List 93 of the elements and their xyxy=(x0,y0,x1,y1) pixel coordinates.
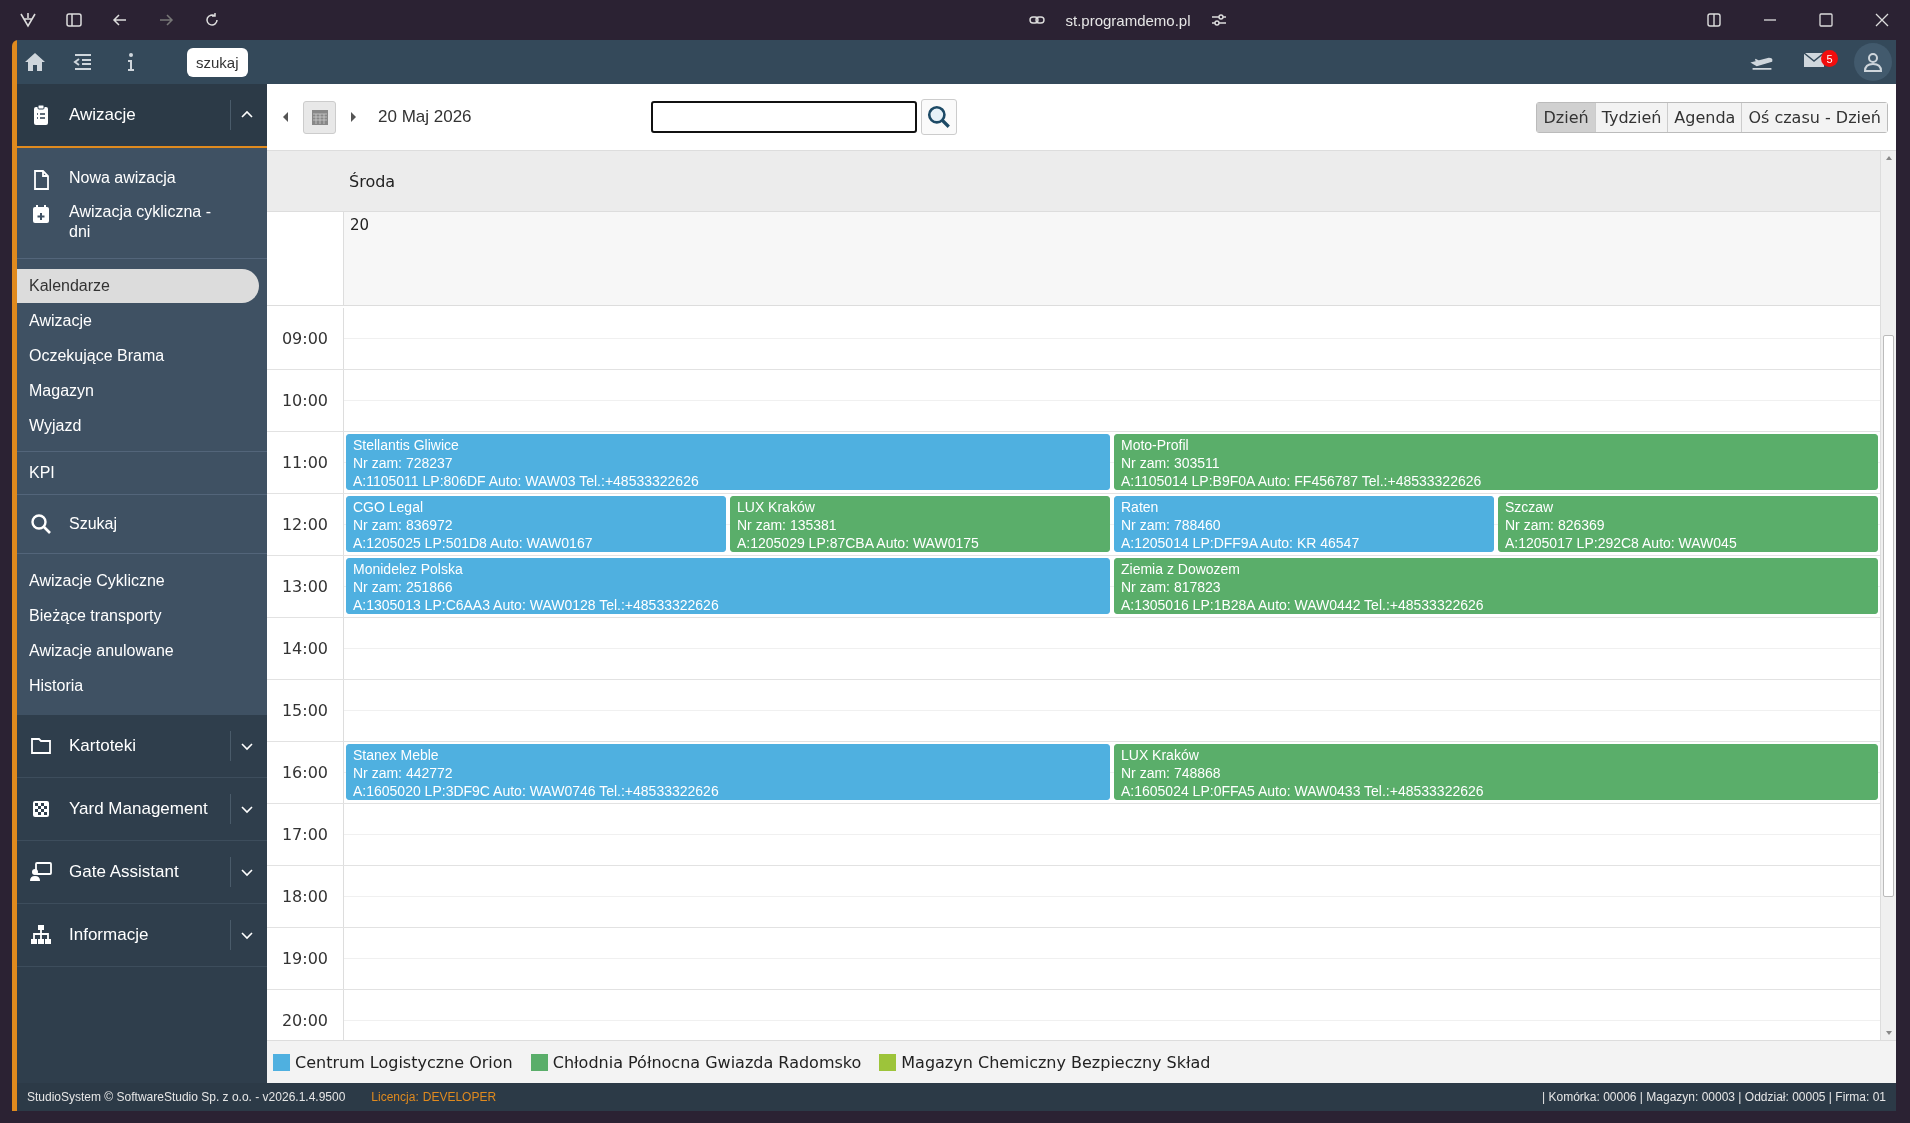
event-title: CGO Legal xyxy=(353,498,425,516)
time-label: 15:00 xyxy=(281,701,329,720)
event-details: A:1205014 LP:DFF9A Auto: KR 46547 xyxy=(1121,534,1361,552)
menu-item[interactable]: Historia xyxy=(17,669,259,703)
event-order: Nr zam: 303511 xyxy=(1121,454,1221,472)
context-info: | Komórka: 00006 | Magazyn: 00003 | Oddział: 00005 | Firma: 01 xyxy=(1542,1090,1886,1104)
time-label: 09:00 xyxy=(281,329,329,348)
event-details: A:1205025 LP:501D8 Auto: WAW0167 xyxy=(353,534,594,552)
menu-item[interactable]: Magazyn xyxy=(17,374,259,408)
event-order: Nr zam: 251866 xyxy=(353,578,454,596)
menu-item[interactable]: Oczekujące Brama xyxy=(17,339,259,373)
event-details: A:1105011 LP:806DF Auto: WAW03 Tel.:+48533322626 xyxy=(353,472,700,490)
time-label: 20:00 xyxy=(281,1011,329,1030)
menu-item[interactable]: Awizacje anulowane xyxy=(17,634,259,668)
time-label: 10:00 xyxy=(281,391,329,410)
event-title: Raten xyxy=(1121,498,1160,516)
search-field[interactable] xyxy=(651,101,917,133)
event-order: Nr zam: 826369 xyxy=(1505,516,1606,534)
search-icon xyxy=(926,104,952,130)
scrollbar[interactable] xyxy=(1880,151,1896,1040)
address-bar[interactable]: st.programdemo.pl xyxy=(1065,11,1191,29)
calendar-icon xyxy=(309,107,330,127)
menu-item[interactable]: Szukaj xyxy=(69,514,219,534)
event-title: Moto-Profil xyxy=(1121,436,1190,454)
browser-logo-icon[interactable] xyxy=(18,10,38,30)
split-view-icon[interactable] xyxy=(1704,10,1724,30)
event-order: Nr zam: 748868 xyxy=(1121,764,1222,782)
view-tab[interactable]: Tydzień xyxy=(1594,102,1668,132)
time-label: 12:00 xyxy=(281,515,329,534)
menu-item[interactable]: KPI xyxy=(17,457,67,488)
event-order: Nr zam: 836972 xyxy=(353,516,454,534)
event-title: Szczaw xyxy=(1505,498,1555,516)
day-header: Środa xyxy=(349,171,396,191)
license-value: DEVELOPER xyxy=(422,1090,497,1104)
event-title: Monidelez Polska xyxy=(353,560,464,578)
time-label: 17:00 xyxy=(281,825,329,844)
menu-item[interactable]: Nowa awizacja xyxy=(69,168,219,188)
legend-label: Magazyn Chemiczny Bezpieczny Skład xyxy=(901,1052,1211,1072)
event-order: Nr zam: 788460 xyxy=(1121,516,1222,534)
search-icon xyxy=(29,512,53,536)
time-label: 11:00 xyxy=(281,453,329,472)
event-order: Nr zam: 728237 xyxy=(353,454,454,472)
user-icon xyxy=(1861,50,1885,74)
maximize-icon[interactable] xyxy=(1816,10,1836,30)
search-button[interactable] xyxy=(921,99,957,135)
event-details: A:1305013 LP:C6AA3 Auto: WAW0128 Tel.:+48533322626 xyxy=(353,596,720,614)
event-title: LUX Kraków xyxy=(1121,746,1200,764)
hierarchy-icon xyxy=(29,923,53,947)
user-button[interactable] xyxy=(1854,43,1892,81)
menu-item[interactable]: Wyjazd xyxy=(17,409,259,443)
event-details: A:1105014 LP:B9F0A Auto: FF456787 Tel.:+48533322626 xyxy=(1121,472,1483,490)
tooltip: szukaj xyxy=(187,47,248,77)
menu-item[interactable]: Gate Assistant xyxy=(69,862,230,882)
event-order: Nr zam: 442772 xyxy=(353,764,454,782)
sidebar-toggle-icon[interactable] xyxy=(64,10,84,30)
calendar-button[interactable] xyxy=(303,100,336,134)
copyright-text: StudioSystem © SoftwareStudio Sp. z o.o. - v2026.1.4.9500 xyxy=(27,1090,346,1104)
notification-badge: 5 xyxy=(1821,50,1838,67)
legend-label: Chłodnia Północna Gwiazda Radomsko xyxy=(552,1052,862,1072)
time-label: 16:00 xyxy=(281,763,329,782)
event-order: Nr zam: 817823 xyxy=(1121,578,1222,596)
time-label: 18:00 xyxy=(281,887,329,906)
event-title: Ziemia z Dowozem xyxy=(1121,560,1242,578)
view-tab[interactable]: Dzień xyxy=(1537,102,1595,132)
menu-item[interactable]: Bieżące transporty xyxy=(17,599,259,633)
next-icon[interactable] xyxy=(348,109,358,125)
event-details: A:1205017 LP:292C8 Auto: WAW045 xyxy=(1505,534,1738,552)
menu-item[interactable]: Awizacje Cykliczne xyxy=(17,564,259,598)
person-screen-icon xyxy=(29,860,53,884)
event-details: A:1605024 LP:0FFA5 Auto: WAW0433 Tel.:+48533322626 xyxy=(1121,782,1485,800)
event-details: A:1305016 LP:1B28A Auto: WAW0442 Tel.:+48533322626 xyxy=(1121,596,1485,614)
legend-label: Centrum Logistyczne Orion xyxy=(295,1052,513,1072)
event-order: Nr zam: 135381 xyxy=(737,516,838,534)
menu-item[interactable]: Informacje xyxy=(69,925,230,945)
menu-item[interactable]: Kalendarze xyxy=(17,269,259,303)
time-label: 13:00 xyxy=(281,577,329,596)
event-details: A:1605020 LP:3DF9C Auto: WAW0746 Tel.:+48533322626 xyxy=(353,782,720,800)
time-label: 19:00 xyxy=(281,949,329,968)
event-title: LUX Kraków xyxy=(737,498,816,516)
menu-item[interactable]: Awizacja cykliczna - dni xyxy=(69,202,219,242)
home-icon[interactable] xyxy=(23,50,47,74)
menu-item[interactable]: Yard Management xyxy=(69,799,230,819)
day-number: 20 xyxy=(350,216,370,234)
menu-item[interactable]: Awizacje xyxy=(17,304,259,338)
current-date: 20 Maj 2026 xyxy=(378,107,472,127)
event-title: Stellantis Gliwice xyxy=(353,436,460,454)
view-tab[interactable]: Oś czasu - Dzień xyxy=(1741,102,1887,132)
event-title: Stanex Meble xyxy=(353,746,440,764)
license-label: Licencja: xyxy=(371,1090,419,1104)
time-label: 14:00 xyxy=(281,639,329,658)
event-details: A:1205029 LP:87CBA Auto: WAW0175 xyxy=(737,534,980,552)
view-tab[interactable]: Agenda xyxy=(1667,102,1742,132)
menu-item[interactable]: Kartoteki xyxy=(69,736,230,756)
